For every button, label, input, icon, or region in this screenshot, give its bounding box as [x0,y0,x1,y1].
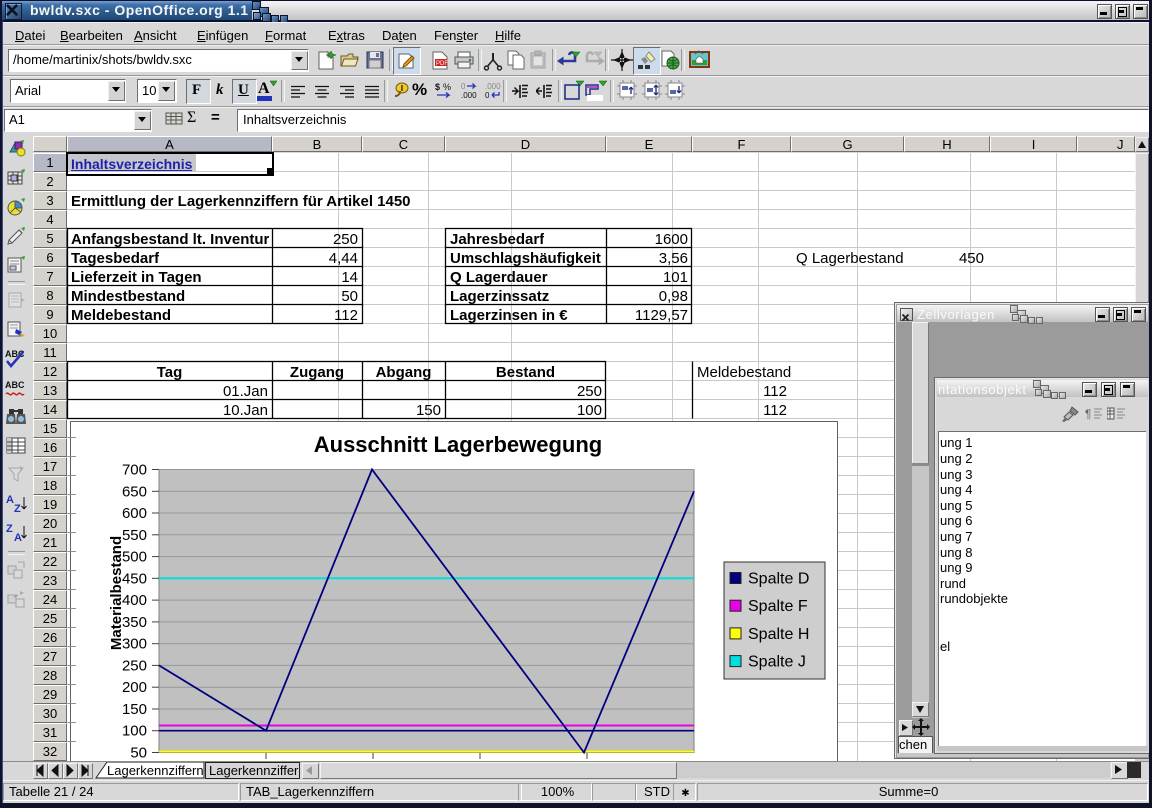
svg-text:A: A [6,494,14,506]
svg-text:$: $ [435,82,440,92]
svg-text:PDF: PDF [436,61,448,67]
svg-text:Spalte D: Spalte D [748,571,809,588]
svg-text:400: 400 [122,592,147,609]
svg-text:50: 50 [130,745,147,762]
svg-text:150: 150 [122,701,147,718]
svg-text:500: 500 [122,549,147,566]
svg-text:Spalte F: Spalte F [748,598,808,615]
svg-text:¶: ¶ [1085,407,1091,421]
svg-text:Spalte J: Spalte J [748,654,806,671]
svg-text:350: 350 [122,614,147,631]
svg-text:A: A [14,532,22,544]
svg-text:ABC: ABC [5,380,25,390]
svg-text:.000: .000 [485,82,501,91]
svg-text:Materialbestand: Materialbestand [108,536,125,650]
svg-text:700: 700 [122,462,147,479]
svg-text:Ausschnitt Lagerbewegung: Ausschnitt Lagerbewegung [314,432,602,457]
svg-text:Z: Z [6,523,13,535]
svg-text:550: 550 [122,527,147,544]
svg-text:450: 450 [122,570,147,587]
svg-text:600: 600 [122,505,147,522]
svg-text:0: 0 [461,82,466,91]
svg-text:650: 650 [122,483,147,500]
svg-text:Spalte H: Spalte H [748,626,809,643]
svg-text:0: 0 [485,91,490,99]
svg-text:300: 300 [122,636,147,653]
svg-text:100: 100 [122,723,147,740]
svg-text:200: 200 [122,679,147,696]
svg-text:%: % [443,82,451,92]
svg-text:.000: .000 [461,91,477,99]
svg-text:250: 250 [122,657,147,674]
svg-text:Z: Z [14,503,21,515]
